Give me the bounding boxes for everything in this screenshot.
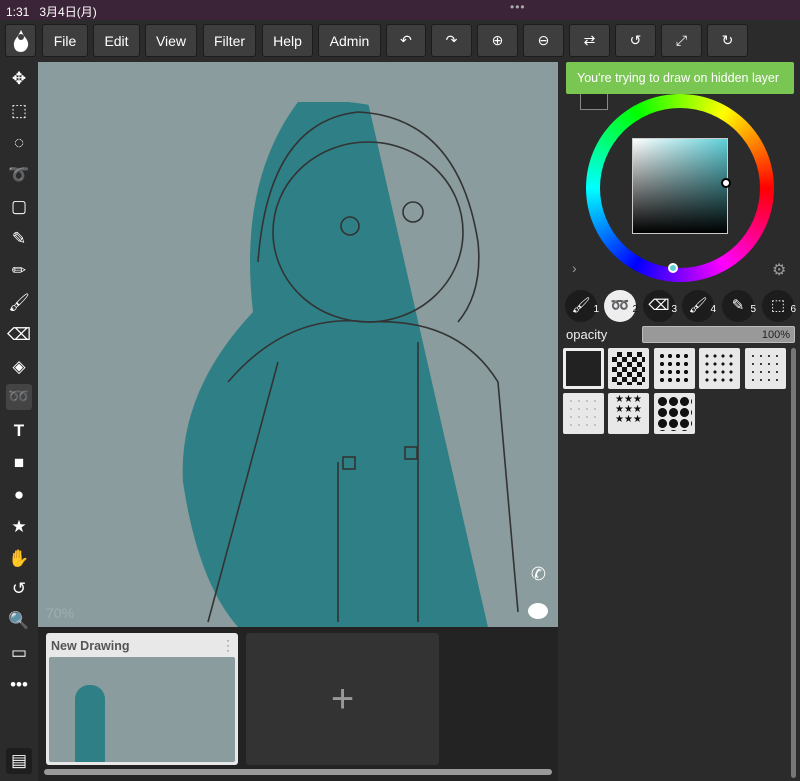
transform-tool-icon[interactable]: ▢: [6, 194, 32, 220]
zoom-in-button[interactable]: ⊕: [477, 24, 518, 57]
flip-button[interactable]: ⇄: [569, 24, 610, 57]
menu-edit[interactable]: Edit: [93, 24, 140, 57]
brush-icon: 🖌: [688, 297, 708, 314]
tool-sidebar: ✥ ⬚ ◌ ➰ ▢ ✎ ✏ 🖌 ⌫ ◈ ➿ T ■ ● ★ ✋ ↺ 🔍 ▭ ••…: [0, 62, 37, 781]
eraser-icon: ⌫: [648, 297, 670, 314]
expand-icon: ⤢: [675, 32, 688, 48]
multitask-dots[interactable]: •••: [510, 0, 526, 14]
fill-tool-icon[interactable]: ◈: [6, 354, 32, 380]
comment-tool-icon[interactable]: ▭: [6, 640, 32, 666]
pattern-brush-icon: ➿: [610, 297, 630, 314]
brush-slot-4[interactable]: 🖌 4: [682, 290, 716, 322]
brush-slot-6[interactable]: ⬚ 6: [762, 290, 796, 322]
time: 1:31: [6, 5, 30, 19]
zoom-tool-icon[interactable]: 🔍: [6, 608, 32, 634]
brush-slot-5[interactable]: ✎ 5: [722, 290, 756, 322]
undo-icon: ↶: [400, 32, 412, 48]
app-logo-button[interactable]: [5, 24, 36, 57]
chat-icon[interactable]: [528, 603, 548, 619]
drawing-card[interactable]: New Drawing · · ·: [46, 633, 238, 765]
redo-icon: ↷: [445, 32, 458, 48]
phone-icon[interactable]: ✆: [531, 564, 546, 585]
pattern-dots-small[interactable]: [745, 348, 786, 389]
more-tools-icon[interactable]: •••: [6, 672, 32, 698]
zoom-indicator: 70%: [46, 605, 75, 621]
brush-slot-1[interactable]: 🖌 1: [565, 290, 599, 322]
menu-file[interactable]: File: [42, 24, 88, 57]
opacity-slider[interactable]: 100%: [642, 326, 795, 343]
film-icon[interactable]: ▤: [6, 748, 32, 774]
eyedropper-tool-icon[interactable]: ✎: [6, 226, 32, 252]
hidden-layer-toast: You're trying to draw on hidden layer: [566, 62, 794, 94]
redo-button[interactable]: ↷: [431, 24, 472, 57]
menu-view[interactable]: View: [145, 24, 197, 57]
sv-handle[interactable]: [721, 178, 731, 188]
lasso-tool-icon[interactable]: ➰: [6, 162, 32, 188]
menu-filter[interactable]: Filter: [203, 24, 256, 57]
panel-scrollbar[interactable]: [791, 348, 796, 778]
drawings-strip: New Drawing · · · +: [38, 627, 558, 781]
toolbar: File Edit View Filter Help Admin ↶ ↷ ⊕ ⊖…: [0, 23, 800, 59]
drop-logo-icon: [13, 29, 28, 52]
zoom-out-button[interactable]: ⊖: [523, 24, 564, 57]
star-tool-icon[interactable]: ★: [6, 514, 32, 540]
rectangle-tool-icon[interactable]: ■: [6, 450, 32, 476]
date: 3月4日(月): [39, 5, 97, 19]
pattern-dots-tiny[interactable]: [563, 393, 604, 434]
pattern-checker[interactable]: [608, 348, 649, 389]
pen-tool-icon[interactable]: ✏: [6, 258, 32, 284]
gear-icon[interactable]: ⚙: [772, 260, 786, 280]
rotate-left-icon: ↺: [629, 32, 642, 48]
brush-icon: 🖌: [571, 297, 591, 314]
flip-icon: ⇄: [583, 32, 596, 48]
brush-slot-3[interactable]: ⌫ 3: [643, 290, 677, 322]
opacity-label: opacity: [566, 327, 608, 342]
brush-slot-2[interactable]: ➿ 2: [604, 290, 638, 322]
hand-tool-icon[interactable]: ✋: [6, 546, 32, 572]
saturation-box[interactable]: [632, 138, 728, 234]
eraser-tool-icon[interactable]: ⌫: [6, 322, 32, 348]
rotate-right-icon: ↻: [721, 32, 734, 48]
pattern-circles[interactable]: [654, 393, 695, 434]
menu-help[interactable]: Help: [262, 24, 313, 57]
circle-tool-icon[interactable]: ●: [6, 482, 32, 508]
menu-admin[interactable]: Admin: [318, 24, 381, 57]
rotate-tool-icon[interactable]: ↺: [6, 576, 32, 602]
pattern-dots-large[interactable]: [654, 348, 695, 389]
drawing-title: New Drawing: [51, 639, 130, 653]
pattern-tool-icon[interactable]: ➿: [6, 384, 32, 410]
drawing-thumbnail: [49, 657, 235, 762]
artwork: [182, 62, 558, 627]
zoom-in-icon: ⊕: [491, 32, 504, 48]
text-tool-icon[interactable]: T: [6, 418, 32, 444]
brush-tool-icon[interactable]: 🖌: [6, 290, 32, 316]
selection-icon: ⬚: [770, 297, 786, 314]
expand-chevron-icon[interactable]: ›: [572, 260, 577, 276]
move-tool-icon[interactable]: ✥: [6, 66, 32, 92]
rotate-right-button[interactable]: ↻: [707, 24, 748, 57]
fullscreen-button[interactable]: ⤢: [661, 24, 702, 57]
undo-button[interactable]: ↶: [386, 24, 426, 57]
pattern-solid[interactable]: [563, 348, 604, 389]
eyedropper-icon: ✎: [731, 297, 745, 314]
rect-select-tool-icon[interactable]: ⬚: [6, 98, 32, 124]
add-drawing-button[interactable]: +: [246, 633, 439, 765]
zoom-out-icon: ⊖: [537, 32, 550, 48]
pattern-dots-medium[interactable]: [699, 348, 740, 389]
pattern-stars[interactable]: ★★★ ★★★ ★★★: [608, 393, 649, 434]
strip-scrollbar[interactable]: [44, 769, 552, 775]
hue-handle[interactable]: [668, 263, 678, 273]
rotate-left-button[interactable]: ↺: [615, 24, 656, 57]
opacity-value: 100%: [761, 329, 790, 341]
drawing-canvas[interactable]: 70% ✆: [38, 62, 558, 627]
ellipse-select-tool-icon[interactable]: ◌: [6, 130, 32, 156]
more-vertical-icon[interactable]: · · ·: [226, 634, 230, 656]
status-bar: 1:31 3月4日(月) •••: [0, 0, 800, 20]
